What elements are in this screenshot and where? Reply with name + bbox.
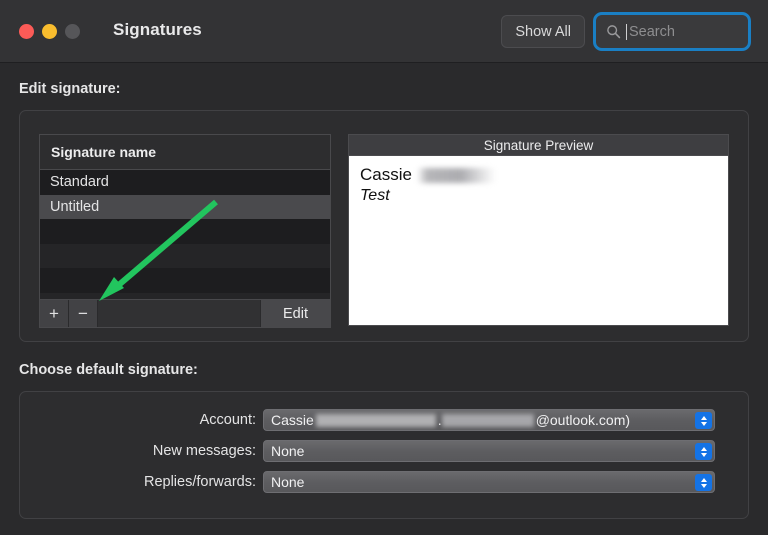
signature-preview-body: Cassie Test: [349, 156, 728, 325]
signature-list-table[interactable]: Signature name Standard Untitled: [39, 134, 331, 300]
signature-preview-pane: Signature Preview Cassie Test: [348, 134, 729, 326]
new-messages-popup-button[interactable]: None: [263, 440, 715, 462]
signature-name-column-header: Signature name: [40, 135, 330, 170]
account-value-prefix: Cassie: [271, 412, 314, 428]
preview-line-2: Test: [360, 186, 728, 206]
account-value-suffix: @outlook.com): [536, 412, 630, 428]
table-row[interactable]: [40, 219, 330, 244]
signature-name: Untitled: [50, 199, 99, 215]
search-field[interactable]: Search: [593, 12, 751, 51]
traffic-lights: [19, 24, 80, 39]
chevron-updown-icon[interactable]: [695, 443, 712, 460]
replies-forwards-value: None: [271, 474, 304, 490]
edit-signature-heading: Edit signature:: [19, 81, 121, 97]
zoom-window-button[interactable]: [65, 24, 80, 39]
show-all-button[interactable]: Show All: [501, 15, 585, 48]
preview-line-1: Cassie: [360, 165, 728, 185]
redacted-account-part-2: [442, 414, 534, 427]
search-icon: [606, 24, 621, 39]
toolbar-spacer: [98, 300, 260, 327]
add-signature-button[interactable]: +: [40, 300, 69, 327]
signature-list-toolbar: + − Edit: [39, 300, 331, 328]
add-signature-label: +: [49, 305, 59, 322]
new-messages-value: None: [271, 443, 304, 459]
preview-first-name: Cassie: [360, 165, 412, 185]
remove-signature-button[interactable]: −: [69, 300, 98, 327]
replies-forwards-label: Replies/forwards:: [19, 474, 263, 490]
chevron-updown-icon[interactable]: [695, 412, 712, 429]
choose-default-signature-heading: Choose default signature:: [19, 362, 198, 378]
replies-forwards-popup-button[interactable]: None: [263, 471, 715, 493]
account-row: Account: Cassie . @outlook.com): [19, 409, 715, 431]
table-row[interactable]: [40, 268, 330, 293]
table-row[interactable]: [40, 244, 330, 269]
show-all-label: Show All: [515, 24, 571, 40]
new-messages-label: New messages:: [19, 443, 263, 459]
window-title: Signatures: [113, 20, 202, 40]
table-row[interactable]: [40, 293, 330, 301]
new-messages-row: New messages: None: [19, 440, 715, 462]
replies-forwards-row: Replies/forwards: None: [19, 471, 715, 493]
redacted-last-name: [418, 168, 496, 183]
redacted-account-part-1: [316, 414, 436, 427]
minimize-window-button[interactable]: [42, 24, 57, 39]
signatures-preferences-window: Signatures Show All Search Edit signatur…: [0, 0, 768, 535]
table-row[interactable]: Standard: [40, 170, 330, 195]
account-popup-button[interactable]: Cassie . @outlook.com): [263, 409, 715, 431]
edit-signature-button-label: Edit: [283, 306, 308, 322]
signature-name: Standard: [50, 174, 109, 190]
close-window-button[interactable]: [19, 24, 34, 39]
edit-signature-button[interactable]: Edit: [260, 300, 330, 327]
search-text-caret: [626, 24, 627, 40]
table-row[interactable]: Untitled: [40, 195, 330, 220]
window-titlebar: Signatures Show All Search: [0, 0, 768, 63]
search-placeholder: Search: [629, 24, 675, 40]
signature-preview-header: Signature Preview: [349, 135, 728, 156]
chevron-updown-icon[interactable]: [695, 474, 712, 491]
account-label: Account:: [19, 412, 263, 428]
remove-signature-label: −: [78, 305, 88, 322]
